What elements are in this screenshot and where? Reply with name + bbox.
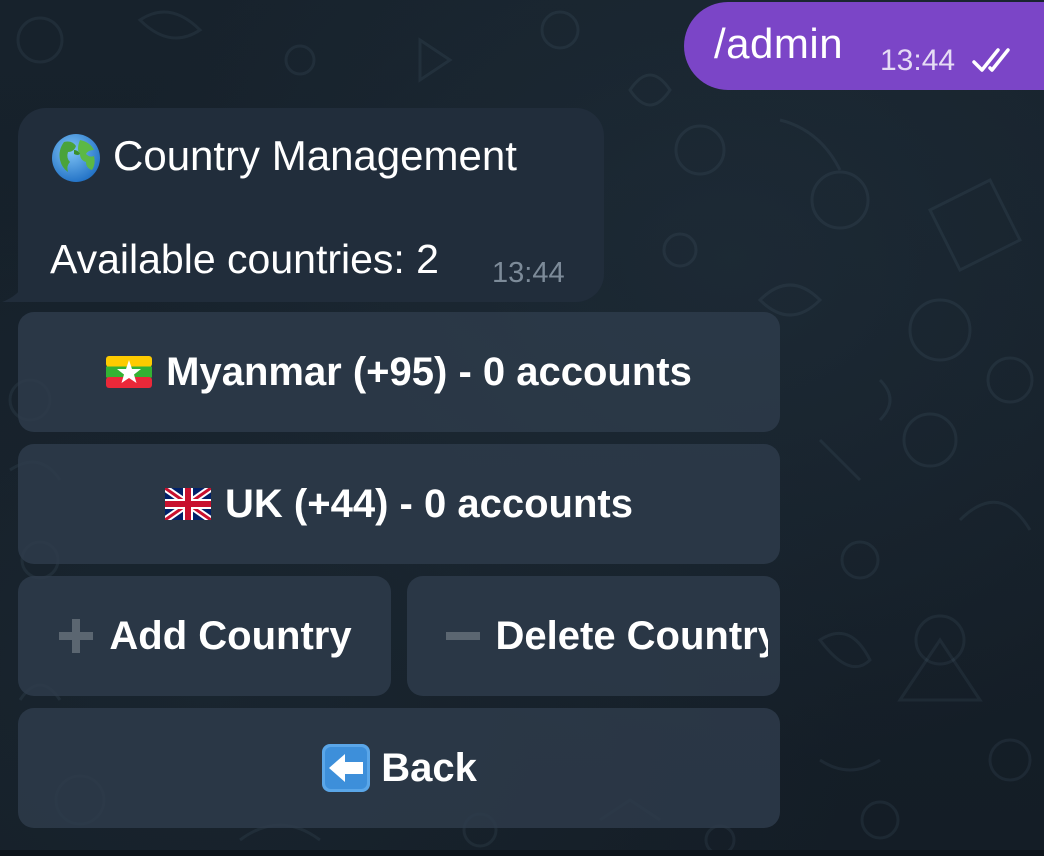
- back-button[interactable]: Back: [18, 708, 780, 828]
- country-button-label: Myanmar (+95) - 0 accounts: [166, 349, 692, 394]
- plus-icon: [59, 619, 94, 653]
- uk-flag-icon: [165, 488, 212, 520]
- country-button-label: UK (+44) - 0 accounts: [225, 481, 633, 526]
- country-button-myanmar[interactable]: Myanmar (+95) - 0 accounts: [18, 312, 780, 432]
- outgoing-message-text: /admin: [714, 20, 844, 67]
- incoming-bubble-tail: [2, 282, 26, 302]
- minus-icon: [445, 632, 480, 640]
- bottom-edge: [0, 850, 1044, 856]
- add-country-button[interactable]: Add Country: [18, 576, 391, 696]
- message-title: Country Management: [113, 132, 517, 179]
- delete-country-label: Delete Country: [495, 613, 768, 658]
- back-arrow-icon: [322, 744, 371, 792]
- available-countries-text: Available countries: 2: [50, 236, 439, 282]
- back-label: Back: [381, 745, 477, 790]
- double-check-icon: [972, 48, 1010, 72]
- outgoing-message-time: 13:44: [880, 44, 956, 77]
- incoming-message-time: 13:44: [492, 257, 565, 289]
- add-country-label: Add Country: [109, 613, 352, 658]
- myanmar-flag-icon: [106, 356, 153, 388]
- globe-icon: [52, 134, 100, 182]
- delete-country-button[interactable]: Delete Country: [407, 576, 780, 696]
- country-button-uk[interactable]: UK (+44) - 0 accounts: [18, 444, 780, 564]
